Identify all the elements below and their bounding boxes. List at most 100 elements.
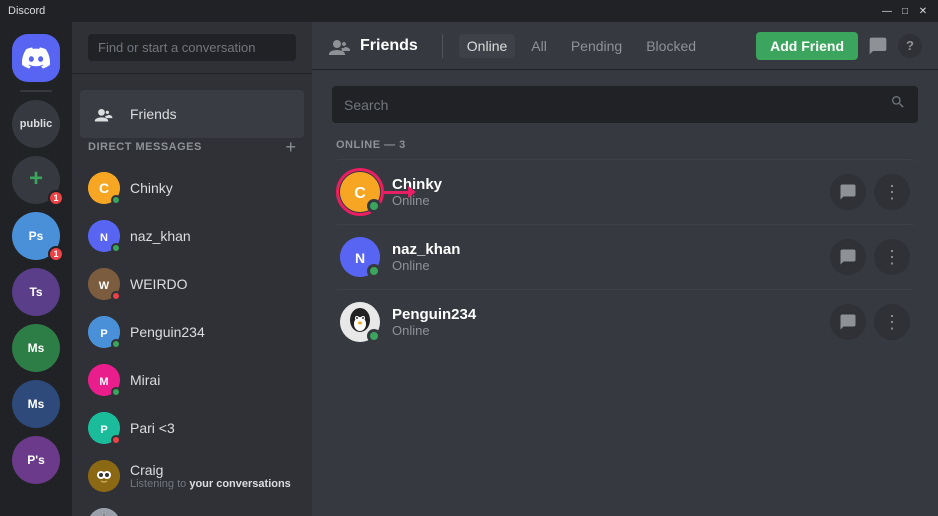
svg-text:C: C [354,185,366,202]
add-friend-button[interactable]: Add Friend [756,32,858,60]
server-icon-ms2[interactable]: Ms [12,380,60,428]
dm-item-craig[interactable]: Craig Listening to your conversations [80,452,304,500]
avatar-wrap-chillzone [88,508,120,516]
server-sidebar: public + 1 Ps 1 Ts Ms Ms P's [0,22,72,516]
server-label-ts: Ts [29,285,42,299]
nav-tab-all[interactable]: All [523,34,555,58]
friends-search-input[interactable] [344,97,882,113]
dm-name-penguin234: Penguin234 [130,324,296,340]
server-divider [20,90,52,92]
dm-name-pari3: Pari <3 [130,420,296,436]
dm-name-craig: Craig [130,462,296,478]
friend-avatar-wrap-chinky: C [340,172,380,212]
server-label-public: public [20,118,52,130]
dm-sub-craig: Listening to your conversations [130,478,296,490]
svg-text:P: P [100,328,107,340]
nav-tab-online[interactable]: Online [459,34,515,58]
dm-section-header: Direct Messages + [80,138,304,164]
avatar-wrap-pari3: P [88,412,120,444]
status-dot-pari3 [111,435,121,445]
server-icon-ms1[interactable]: Ms [12,324,60,372]
friends-icon [88,98,120,130]
more-button-chinky[interactable]: ⋮ [874,174,910,210]
dm-item-pari3[interactable]: P Pari <3 [80,404,304,452]
selection-arrow [384,186,416,198]
friend-status-chinky: Online [392,193,830,208]
help-button[interactable]: ? [898,34,922,58]
svg-text:N: N [100,232,108,244]
nav-tab-blocked[interactable]: Blocked [638,34,704,58]
friend-info-chinky: Chinky Online [392,176,830,208]
friend-status-dot-naz-khan [367,264,381,278]
dm-item-chillzone[interactable]: ChillZone Bot [80,500,304,516]
find-conversation-text: Find or start a conversation [98,40,256,55]
friend-actions-penguin234: ⋮ [830,304,910,340]
friend-info-penguin234: Penguin234 Online [392,306,830,338]
message-button-naz-khan[interactable] [830,239,866,275]
svg-text:W: W [99,280,110,292]
server-icon-ps[interactable]: Ps 1 [12,212,60,260]
server-icon-add[interactable]: + 1 [12,156,60,204]
avatar-wrap-chinky: C [88,172,120,204]
dm-name-mirai: Mirai [130,372,296,388]
friend-row-naz-khan[interactable]: N naz_khan Online ⋮ [332,224,918,289]
dm-section: Friends Direct Messages + C Chinky [72,74,312,516]
friend-name-naz-khan: naz_khan [392,241,830,258]
channel-sidebar: Find or start a conversation Friends Dir… [72,22,312,516]
sidebar-item-friends[interactable]: Friends [80,90,304,138]
server-icon-ps2[interactable]: P's [12,436,60,484]
friend-status-dot-chinky [367,199,381,213]
svg-text:P: P [100,424,107,436]
avatar-wrap-penguin234: P [88,316,120,348]
friend-actions-chinky: ⋮ [830,174,910,210]
maximize-button[interactable]: □ [898,4,912,18]
close-button[interactable]: ✕ [916,4,930,18]
avatar-wrap-craig [88,460,120,492]
dm-item-penguin234[interactable]: P Penguin234 [80,308,304,356]
main-content: Friends Online All Pending Blocked Add F… [312,22,938,516]
inbox-button[interactable] [866,34,890,58]
add-dm-button[interactable]: + [285,138,296,156]
avatar-wrap-naz-khan: N [88,220,120,252]
dm-item-mirai[interactable]: M Mirai [80,356,304,404]
friend-row-penguin234[interactable]: Penguin234 Online ⋮ [332,289,918,354]
server-icon-public[interactable]: public [12,100,60,148]
friend-row-chinky[interactable]: C Chinky Online ⋮ [332,159,918,224]
more-button-penguin234[interactable]: ⋮ [874,304,910,340]
dm-item-weirdo[interactable]: W WEIRDO [80,260,304,308]
friends-content: ONLINE — 3 C Chinky Online [312,70,938,516]
svg-text:C: C [99,180,109,196]
minimize-button[interactable]: — [880,4,894,18]
find-conversation-bar[interactable]: Find or start a conversation [88,34,296,61]
friend-info-naz-khan: naz_khan Online [392,241,830,273]
message-button-penguin234[interactable] [830,304,866,340]
dm-item-naz-khan[interactable]: N naz_khan [80,212,304,260]
avatar-wrap-mirai: M [88,364,120,396]
server-icon-ts[interactable]: Ts [12,268,60,316]
friend-status-naz-khan: Online [392,258,830,273]
message-button-chinky[interactable] [830,174,866,210]
titlebar: Discord — □ ✕ [0,0,938,22]
status-dot-chinky [111,195,121,205]
titlebar-controls: — □ ✕ [880,4,930,18]
nav-tab-pending[interactable]: Pending [563,34,630,58]
friends-search-wrap [332,86,918,123]
server-label-ms2: Ms [28,397,45,411]
friends-search-bar[interactable] [332,86,918,123]
server-label-ms1: Ms [28,341,45,355]
nav-title: Friends [360,37,418,55]
server-label-ps: Ps [29,229,44,243]
avatar-chillzone [88,508,120,516]
dm-item-chinky[interactable]: C Chinky [80,164,304,212]
friend-avatar-wrap-naz-khan: N [340,237,380,277]
sidebar-friends-label: Friends [130,106,296,122]
friend-actions-naz-khan: ⋮ [830,239,910,275]
server-badge-ps: 1 [48,246,64,262]
friend-status-dot-penguin234 [367,329,381,343]
friend-name-chinky: Chinky [392,176,830,193]
nav-divider [442,34,443,58]
more-button-naz-khan[interactable]: ⋮ [874,239,910,275]
dm-name-weirdo: WEIRDO [130,276,296,292]
server-icon-home[interactable] [12,34,60,82]
status-dot-penguin234 [111,339,121,349]
